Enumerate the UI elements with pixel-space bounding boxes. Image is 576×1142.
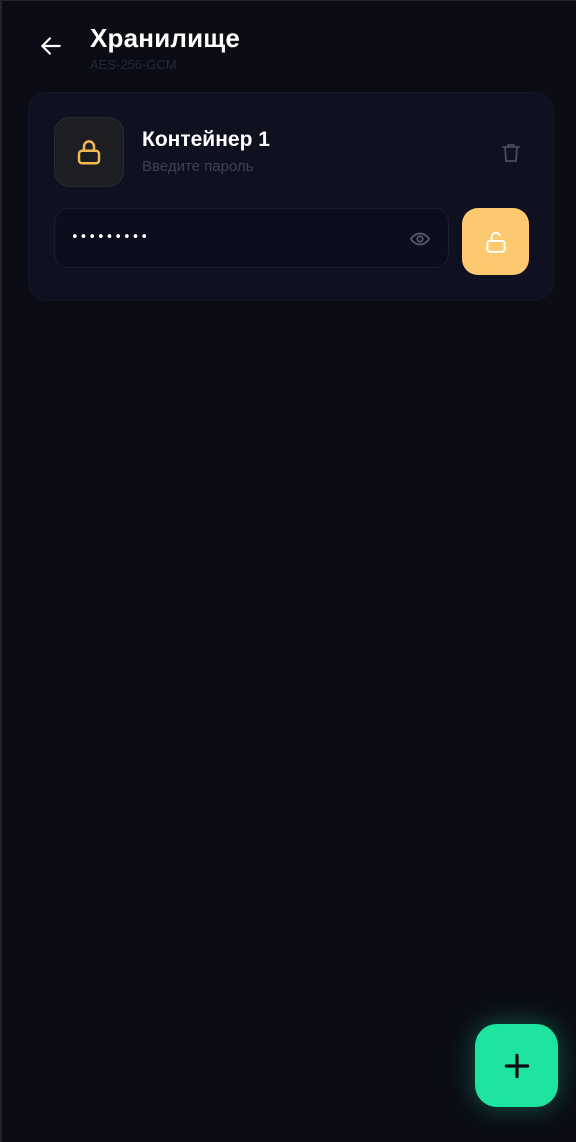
container-lock-tile [54,117,124,187]
password-input[interactable] [71,209,391,267]
delete-container-button[interactable] [497,139,525,167]
header: Хранилище AES-256-GCM [2,1,576,81]
container-hint: Введите пароль [142,158,254,175]
container-name: Контейнер 1 [142,128,270,151]
trash-icon [502,144,520,162]
unlock-icon [485,231,506,253]
container-card: Контейнер 1 Введите пароль [28,92,554,301]
password-field [54,208,449,268]
lock-icon [77,140,101,165]
encryption-subtitle: AES-256-GCM [90,57,177,72]
vault-screen: Хранилище AES-256-GCM Контейнер 1 Введит… [0,0,576,1142]
unlock-button[interactable] [462,208,529,275]
page-title: Хранилище [90,23,241,53]
arrow-left-icon [41,37,61,55]
back-button[interactable] [36,31,66,61]
plus-icon [504,1053,529,1078]
toggle-password-visibility-button[interactable] [407,226,433,252]
add-container-button[interactable] [475,1024,558,1107]
eye-icon [410,232,430,246]
